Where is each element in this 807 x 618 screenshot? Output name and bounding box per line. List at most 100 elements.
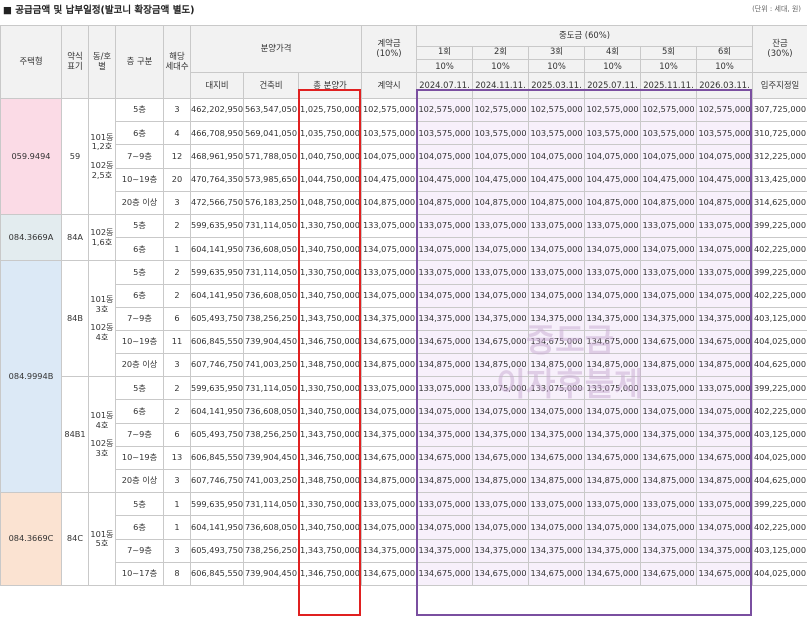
balance: 403,125,000 <box>752 422 807 447</box>
header-building: 건축비 <box>243 72 299 99</box>
unit-count: 11 <box>163 329 191 355</box>
middle-payment-1: 103,575,000 <box>416 121 473 146</box>
middle-payment-3: 134,875,000 <box>528 353 585 378</box>
unit-count: 3 <box>163 353 191 378</box>
middle-payment-5: 134,075,000 <box>640 515 697 540</box>
middle-payment-2: 104,075,000 <box>472 144 529 169</box>
floor: 7~9층 <box>115 538 164 563</box>
table-row: 7~9층 3 605,493,750 738,256,250 1,343,750,000… <box>1 538 807 563</box>
deposit: 134,075,000 <box>361 283 417 308</box>
middle-payment-1: 134,875,000 <box>416 468 473 494</box>
middle-payment-3: 133,075,000 <box>528 213 585 239</box>
middle-payment-4: 134,875,000 <box>584 353 641 378</box>
building-price: 563,547,050 <box>243 97 299 123</box>
middle-payment-5: 134,075,000 <box>640 237 697 262</box>
middle-payment-5: 134,875,000 <box>640 353 697 378</box>
middle-payment-4: 134,375,000 <box>584 306 641 331</box>
middle-payment-6: 133,075,000 <box>696 376 753 401</box>
middle-payment-3: 134,375,000 <box>528 538 585 563</box>
middle-payment-6: 134,075,000 <box>696 283 753 308</box>
middle-payment-5: 134,375,000 <box>640 306 697 331</box>
header-round-date-4: 2025.07.11. <box>584 72 641 99</box>
middle-payment-2: 134,075,000 <box>472 283 529 308</box>
unit-count: 8 <box>163 561 191 586</box>
middle-payment-1: 134,375,000 <box>416 538 473 563</box>
building-price: 731,114,050 <box>243 492 299 517</box>
house-type: 059.9494 <box>0 98 62 215</box>
floor: 6층 <box>115 237 164 262</box>
table-row: 7~9층 12 468,961,950 571,788,050 1,040,750,00… <box>1 144 807 169</box>
floor: 20층 이상 <box>115 468 164 494</box>
deposit: 134,375,000 <box>361 538 417 563</box>
middle-payment-4: 133,075,000 <box>584 492 641 517</box>
unit-note: (단위 : 세대, 원) <box>752 5 801 13</box>
building-price: 739,904,450 <box>243 329 299 355</box>
land-price: 462,202,950 <box>190 97 244 123</box>
middle-payment-1: 104,075,000 <box>416 144 473 169</box>
total-price: 1,343,750,000 <box>298 306 362 331</box>
balance: 399,225,000 <box>752 213 807 239</box>
land-price: 468,961,950 <box>190 144 244 169</box>
building-price: 731,114,050 <box>243 213 299 239</box>
floor: 5층 <box>115 97 164 123</box>
land-price: 466,708,950 <box>190 121 244 146</box>
header-round-date-5: 2025.11.11. <box>640 72 697 99</box>
total-price: 1,340,750,000 <box>298 283 362 308</box>
header-deposit-timing: 계약시 <box>361 72 417 99</box>
middle-payment-1: 134,075,000 <box>416 283 473 308</box>
middle-payment-3: 134,075,000 <box>528 283 585 308</box>
total-price: 1,348,750,000 <box>298 468 362 494</box>
header-round-3: 3회 10% <box>528 46 585 73</box>
table-row: 20층 이상 3 607,746,750 741,003,250 1,348,750,0… <box>1 353 807 378</box>
middle-payment-3: 134,875,000 <box>528 468 585 494</box>
balance: 312,225,000 <box>752 144 807 169</box>
unit-count: 2 <box>163 283 191 308</box>
middle-payment-1: 134,675,000 <box>416 329 473 355</box>
floor: 5층 <box>115 492 164 517</box>
middle-payment-3: 133,075,000 <box>528 376 585 401</box>
building-price: 739,904,450 <box>243 561 299 586</box>
middle-payment-1: 134,675,000 <box>416 445 473 471</box>
table-row: 059.9494 59 101동 1,2호 102동 2,5호 5층 3 462,202,… <box>0 97 807 215</box>
middle-payment-2: 104,475,000 <box>472 167 529 192</box>
round-label: 5회 <box>661 46 676 57</box>
table-row: 084.3669C 84C 101동 5호 5층 1 599,635,950 731,114… <box>0 492 807 586</box>
balance: 402,225,000 <box>752 237 807 262</box>
floor: 6층 <box>115 515 164 540</box>
table-row: 10~19층 13 606,845,550 739,904,450 1,346,750,… <box>1 445 807 471</box>
building-price: 731,114,050 <box>243 376 299 401</box>
round-pct: 10% <box>697 59 752 72</box>
table-header: 주택형 약식 표기 동/호 별 층 구분 해당 세대수 분양가격 계약금 (10… <box>0 25 807 99</box>
floor: 5층 <box>115 213 164 239</box>
middle-payment-2: 133,075,000 <box>472 376 529 401</box>
deposit: 134,675,000 <box>361 561 417 586</box>
middle-payment-2: 134,875,000 <box>472 353 529 378</box>
deposit: 134,875,000 <box>361 468 417 494</box>
middle-payment-3: 134,075,000 <box>528 399 585 424</box>
middle-payment-1: 104,475,000 <box>416 167 473 192</box>
total-price: 1,346,750,000 <box>298 329 362 355</box>
table-row: 20층 이상 3 472,566,750 576,183,250 1,048,750,0… <box>1 190 807 215</box>
middle-payment-4: 134,075,000 <box>584 283 641 308</box>
table-row: 10~19층 11 606,845,550 739,904,450 1,346,750,… <box>1 329 807 355</box>
deposit: 134,675,000 <box>361 329 417 355</box>
floor: 7~9층 <box>115 144 164 169</box>
middle-payment-3: 102,575,000 <box>528 97 585 123</box>
floor: 10~19층 <box>115 167 164 192</box>
total-price: 1,330,750,000 <box>298 213 362 239</box>
land-price: 599,635,950 <box>190 213 244 239</box>
middle-payment-4: 102,575,000 <box>584 97 641 123</box>
middle-payment-4: 134,075,000 <box>584 237 641 262</box>
middle-payment-2: 134,675,000 <box>472 445 529 471</box>
middle-payment-5: 134,675,000 <box>640 329 697 355</box>
deposit: 104,075,000 <box>361 144 417 169</box>
header-round-6: 6회 10% <box>696 46 753 73</box>
balance: 404,625,000 <box>752 353 807 378</box>
dong-ho: 102동 1,6호 <box>88 213 116 262</box>
middle-payment-1: 134,075,000 <box>416 515 473 540</box>
building-price: 736,608,050 <box>243 283 299 308</box>
middle-payment-2: 134,875,000 <box>472 468 529 494</box>
middle-payment-1: 134,375,000 <box>416 422 473 447</box>
table-row: 6층 2 604,141,950 736,608,050 1,340,750,000 13… <box>1 399 807 424</box>
land-price: 605,493,750 <box>190 422 244 447</box>
